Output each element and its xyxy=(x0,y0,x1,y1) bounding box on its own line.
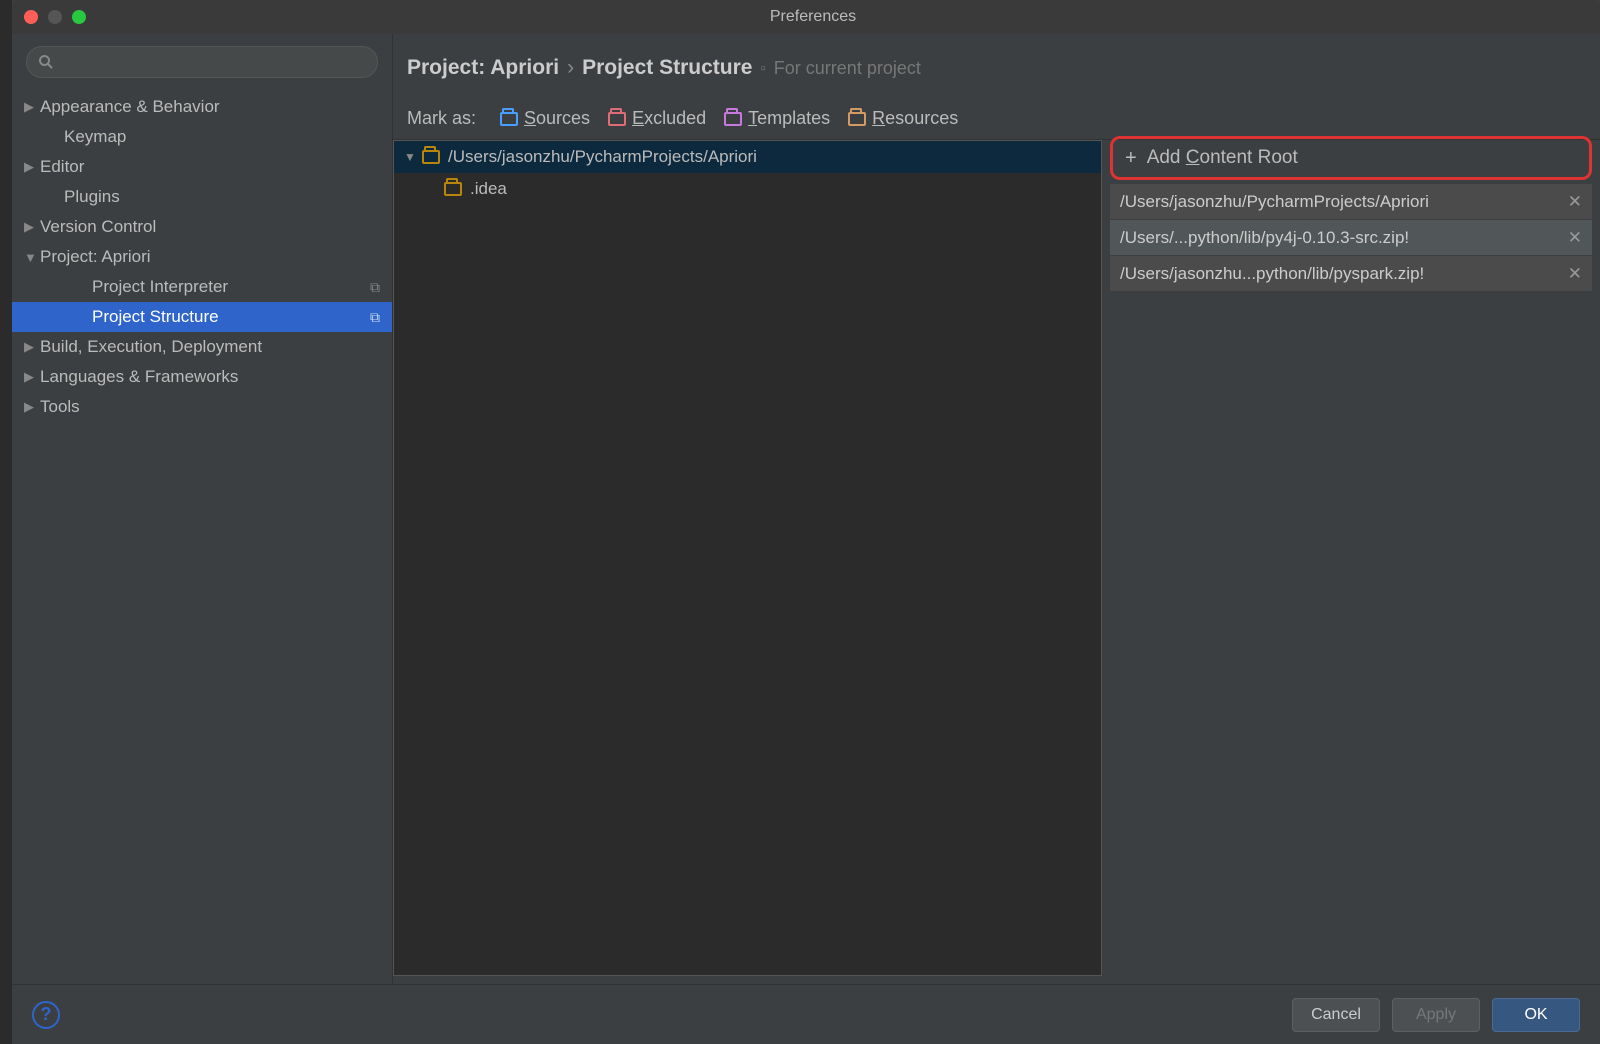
sidebar-item-build[interactable]: ▶Build, Execution, Deployment xyxy=(12,332,392,362)
folder-tree-panel: ▼ /Users/jasonzhu/PycharmProjects/Aprior… xyxy=(393,140,1102,976)
mark-as-label: Mark as: xyxy=(407,108,476,129)
link-icon: ▫ xyxy=(760,60,765,77)
remove-root-button[interactable]: ✕ xyxy=(1564,228,1586,248)
remove-root-button[interactable]: ✕ xyxy=(1564,192,1586,212)
mark-excluded-button[interactable]: Excluded xyxy=(608,108,706,129)
sidebar-item-plugins[interactable]: Plugins xyxy=(12,182,392,212)
content-root-item[interactable]: /Users/jasonzhu...python/lib/pyspark.zip… xyxy=(1110,256,1592,292)
folder-icon xyxy=(422,150,440,164)
cancel-button[interactable]: Cancel xyxy=(1292,998,1380,1032)
mark-templates-button[interactable]: Templates xyxy=(724,108,830,129)
settings-tree: ▶Appearance & Behavior Keymap ▶Editor Pl… xyxy=(12,88,392,984)
background-editor-slice xyxy=(0,0,12,1044)
add-content-root-button[interactable]: + Add Content Root xyxy=(1110,136,1592,180)
settings-search-input[interactable] xyxy=(26,46,378,78)
content-root-item[interactable]: /Users/...python/lib/py4j-0.10.3-src.zip… xyxy=(1110,220,1592,256)
breadcrumb: Project: Apriori › Project Structure ▫ F… xyxy=(393,34,1600,96)
mark-sources-button[interactable]: Sources xyxy=(500,108,590,129)
tree-root-path: /Users/jasonzhu/PycharmProjects/Apriori xyxy=(448,147,757,167)
ok-button[interactable]: OK xyxy=(1492,998,1580,1032)
titlebar: Preferences xyxy=(12,0,1600,34)
copy-icon: ⧉ xyxy=(370,309,380,326)
sidebar-item-project-interpreter[interactable]: Project Interpreter⧉ xyxy=(12,272,392,302)
breadcrumb-page: Project Structure xyxy=(582,56,752,80)
window-title: Preferences xyxy=(86,8,1540,26)
sidebar-item-keymap[interactable]: Keymap xyxy=(12,122,392,152)
folder-red-icon xyxy=(608,112,626,126)
apply-button[interactable]: Apply xyxy=(1392,998,1480,1032)
dialog-footer: ? Cancel Apply OK xyxy=(12,984,1600,1044)
folder-icon xyxy=(444,182,462,196)
sidebar-item-languages[interactable]: ▶Languages & Frameworks xyxy=(12,362,392,392)
breadcrumb-project: Project: Apriori xyxy=(407,56,559,80)
minimize-window-button[interactable] xyxy=(48,10,62,24)
mark-resources-button[interactable]: Resources xyxy=(848,108,958,129)
folder-purple-icon xyxy=(724,112,742,126)
tree-child-name: .idea xyxy=(470,179,507,199)
close-window-button[interactable] xyxy=(24,10,38,24)
content-root-item[interactable]: /Users/jasonzhu/PycharmProjects/Apriori … xyxy=(1110,184,1592,220)
for-current-project-label: For current project xyxy=(774,58,921,79)
sidebar-item-appearance[interactable]: ▶Appearance & Behavior xyxy=(12,92,392,122)
preferences-window: Preferences ▶Appearance & Behavior Keyma… xyxy=(12,0,1600,1044)
zoom-window-button[interactable] xyxy=(72,10,86,24)
sidebar-item-project-structure[interactable]: Project Structure⧉ xyxy=(12,302,392,332)
plus-icon: + xyxy=(1125,147,1137,170)
remove-root-button[interactable]: ✕ xyxy=(1564,264,1586,284)
chevron-down-icon: ▼ xyxy=(404,150,422,164)
sidebar-item-tools[interactable]: ▶Tools xyxy=(12,392,392,422)
help-button[interactable]: ? xyxy=(32,1001,60,1029)
search-icon xyxy=(38,54,54,75)
content-roots-panel: + Add Content Root /Users/jasonzhu/Pycha… xyxy=(1110,140,1600,984)
sidebar-item-project[interactable]: ▼Project: Apriori xyxy=(12,242,392,272)
tree-root-row[interactable]: ▼ /Users/jasonzhu/PycharmProjects/Aprior… xyxy=(394,141,1101,173)
sidebar-item-version-control[interactable]: ▶Version Control xyxy=(12,212,392,242)
window-controls xyxy=(24,10,86,24)
settings-sidebar: ▶Appearance & Behavior Keymap ▶Editor Pl… xyxy=(12,34,392,984)
content-panel: Project: Apriori › Project Structure ▫ F… xyxy=(392,34,1600,984)
mark-as-toolbar: Mark as: Sources Excluded Templates Reso… xyxy=(393,96,1600,139)
tree-child-row[interactable]: .idea xyxy=(394,173,1101,205)
folder-blue-icon xyxy=(500,112,518,126)
folder-yellow-icon xyxy=(848,112,866,126)
copy-icon: ⧉ xyxy=(370,279,380,296)
sidebar-item-editor[interactable]: ▶Editor xyxy=(12,152,392,182)
breadcrumb-separator: › xyxy=(567,56,574,80)
